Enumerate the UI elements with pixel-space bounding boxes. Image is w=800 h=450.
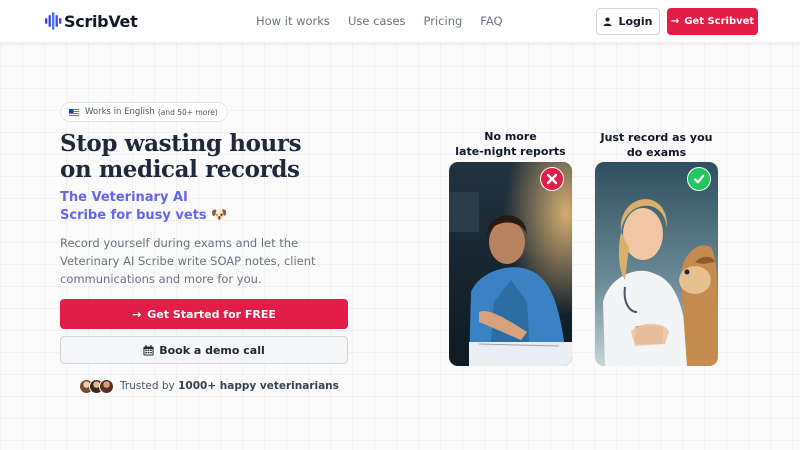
- get-scribvet-label: Get Scribvet: [684, 16, 755, 27]
- avatar-stack: [79, 378, 114, 394]
- subtitle-line-2: Scribe for busy vets 🐶: [60, 208, 228, 223]
- nav-use-cases[interactable]: Use cases: [348, 14, 406, 28]
- badge-small-text: (and 50+ more): [157, 107, 218, 117]
- avatar: [99, 378, 114, 394]
- book-demo-label: Book a demo call: [159, 343, 265, 357]
- get-scribvet-button[interactable]: → Get Scribvet: [667, 8, 758, 35]
- main-nav: How it works Use cases Pricing FAQ: [256, 14, 521, 28]
- logo[interactable]: ScribVet: [44, 11, 138, 31]
- book-demo-button[interactable]: Book a demo call: [60, 336, 348, 364]
- trusted-prefix: Trusted by: [120, 380, 179, 392]
- nav-how-it-works[interactable]: How it works: [256, 14, 330, 28]
- after-caption-line-2: do exams: [626, 146, 687, 159]
- trusted-by: Trusted by 1000+ happy veterinarians: [79, 377, 339, 395]
- hero-description: Record yourself during exams and let the…: [60, 236, 316, 286]
- before-caption-line-1: No more: [484, 130, 537, 143]
- trusted-count: 1000+ happy veterinarians: [178, 380, 339, 392]
- title-line-1: Stop wasting hours: [60, 130, 302, 157]
- logo-icon: [45, 12, 62, 30]
- check-icon: [687, 167, 711, 191]
- get-started-button[interactable]: → Get Started for FREE: [60, 299, 348, 329]
- trusted-text: Trusted by 1000+ happy veterinarians: [120, 380, 339, 392]
- site-header: ScribVet How it works Use cases Pricing …: [0, 0, 800, 43]
- x-icon: [540, 167, 564, 191]
- arrow-right-icon: →: [132, 307, 142, 321]
- language-badge: Works in English (and 50+ more): [60, 102, 228, 122]
- before-caption: No more late-night reports: [449, 129, 572, 159]
- title-line-2: on medical records: [60, 156, 300, 183]
- login-label: Login: [618, 15, 653, 28]
- login-button[interactable]: Login: [596, 8, 660, 35]
- page-title: Stop wasting hours on medical records: [60, 131, 380, 183]
- get-started-label: Get Started for FREE: [147, 307, 276, 321]
- hero-subtitle: The Veterinary AI Scribe for busy vets 🐶: [60, 189, 320, 225]
- after-caption-line-1: Just record as you: [600, 131, 713, 144]
- badge-main-text: Works in English: [85, 107, 155, 117]
- late-night-vet-photo: [449, 162, 572, 366]
- arrow-right-icon: →: [670, 16, 680, 27]
- nav-faq[interactable]: FAQ: [480, 14, 502, 28]
- nav-pricing[interactable]: Pricing: [424, 14, 463, 28]
- before-caption-line-2: late-night reports: [455, 145, 566, 158]
- calendar-icon: [143, 344, 154, 356]
- subtitle-line-1: The Veterinary AI: [60, 190, 188, 205]
- user-icon: [604, 17, 612, 26]
- us-flag-icon: [69, 108, 79, 116]
- after-caption: Just record as you do exams: [595, 130, 718, 160]
- recording-vet-photo: [595, 162, 718, 366]
- logo-text: ScribVet: [64, 11, 138, 31]
